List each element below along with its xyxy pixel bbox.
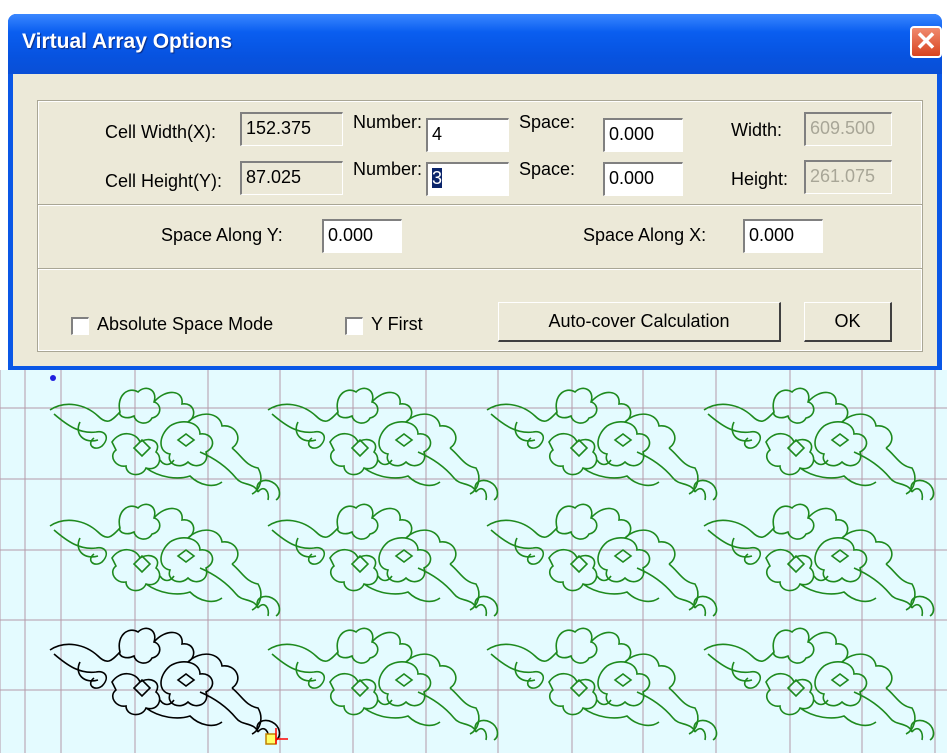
space-x-input[interactable]: 0.000 (603, 118, 683, 152)
y-first-checkbox[interactable] (345, 317, 363, 335)
ok-button[interactable]: OK (804, 302, 892, 342)
close-icon[interactable]: ✕ (910, 26, 942, 58)
number-x-label: Number: (353, 112, 423, 132)
width-field: 609.500 (804, 112, 892, 146)
cell-height-label: Cell Height(Y): (105, 171, 223, 191)
options-group (37, 268, 923, 352)
cell-width-label: Cell Width(X): (105, 122, 217, 142)
number-x-input[interactable]: 4 (426, 118, 509, 152)
absolute-space-mode-checkbox[interactable] (71, 317, 89, 335)
number-y-label: Number: (353, 159, 423, 179)
space-y-input[interactable]: 0.000 (603, 162, 683, 196)
height-label: Height: (731, 169, 789, 189)
number-y-input[interactable]: 3 (426, 162, 509, 196)
space-along-y-label: Space Along Y: (161, 225, 283, 245)
space-along-y-input[interactable]: 0.000 (322, 219, 402, 253)
space-y-label: Space: (519, 159, 576, 179)
cell-width-field[interactable]: 152.375 (240, 112, 343, 146)
width-label: Width: (731, 120, 783, 140)
cell-height-field[interactable]: 87.025 (240, 161, 343, 195)
y-first-label[interactable]: Y First (371, 314, 423, 335)
space-along-x-input[interactable]: 0.000 (743, 219, 823, 253)
number-y-selected-text: 3 (432, 168, 443, 188)
dialog-titlebar[interactable]: Virtual Array Options ✕ (8, 14, 942, 74)
virtual-array-options-dialog: Virtual Array Options ✕ Cell Width(X): 1… (8, 14, 942, 370)
auto-cover-calculation-button[interactable]: Auto-cover Calculation (498, 302, 781, 342)
space-x-label: Space: (519, 112, 576, 132)
absolute-space-mode-label[interactable]: Absolute Space Mode (97, 314, 273, 335)
space-along-x-label: Space Along X: (583, 225, 707, 245)
height-field: 261.075 (804, 160, 892, 194)
origin-marker-icon (50, 375, 56, 381)
dialog-title: Virtual Array Options (22, 30, 233, 53)
dialog-client-area: Cell Width(X): 152.375 Number: 4 Space: … (13, 74, 937, 366)
